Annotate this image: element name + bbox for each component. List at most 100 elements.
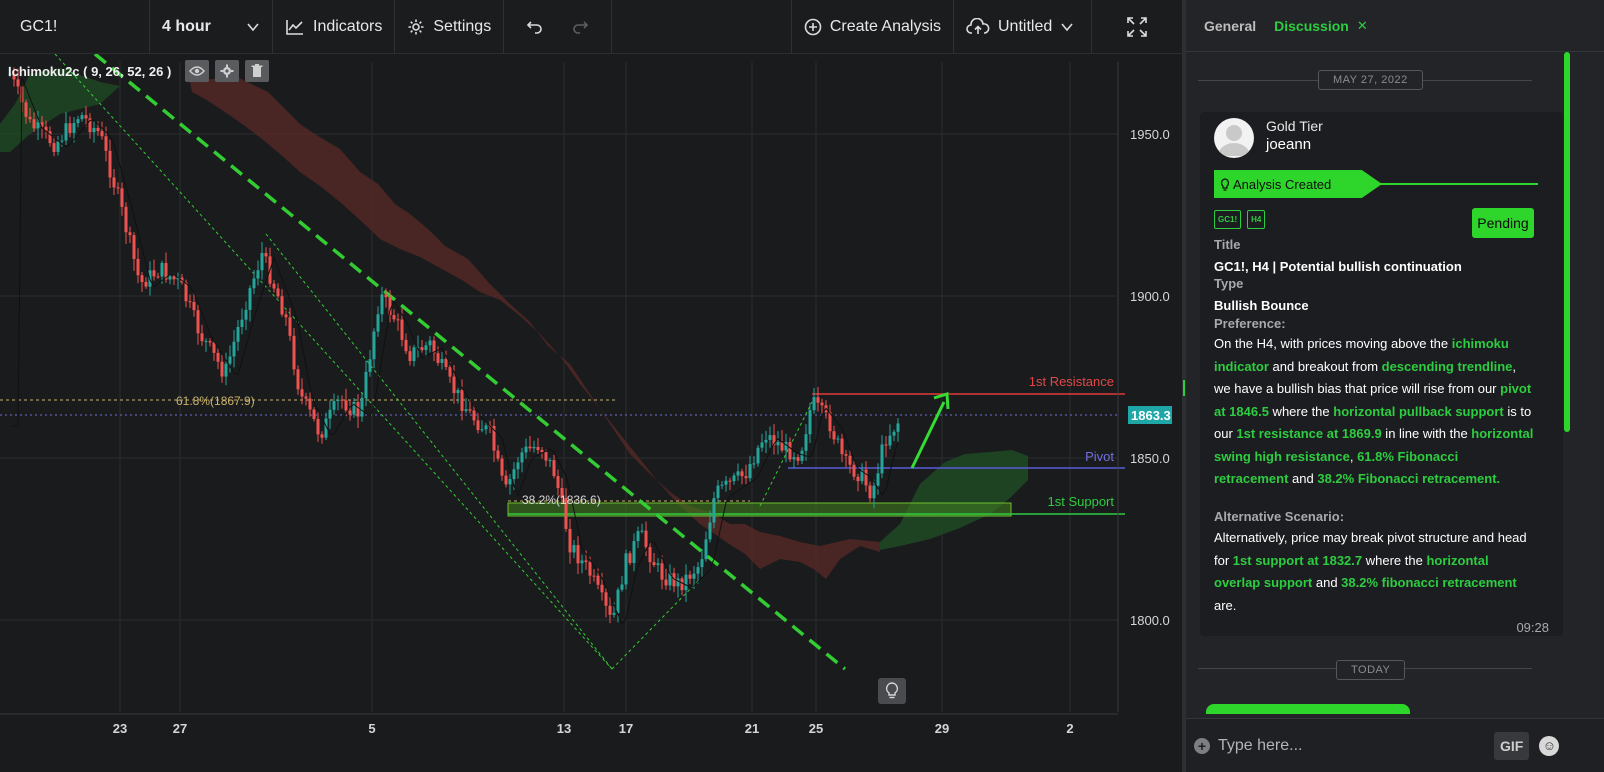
candle-body (592, 575, 596, 577)
candle-body (452, 376, 456, 394)
type-label: Type (1214, 276, 1244, 291)
tab-general[interactable]: General (1204, 18, 1256, 34)
trash-icon (251, 64, 263, 77)
timeframe-selector[interactable]: 4 hour (150, 0, 273, 54)
tag-symbol[interactable]: GC1! (1214, 210, 1242, 229)
scrollbar[interactable] (1564, 52, 1570, 432)
swing-line-1 (611, 578, 701, 670)
candle-body (532, 446, 536, 449)
candle-body (832, 431, 836, 440)
candle-body (436, 353, 440, 363)
emoji-icon[interactable]: ☺ (1539, 735, 1560, 756)
price-tick: 1850.0 (1130, 451, 1170, 466)
highlighted-term: 1st resistance at 1869.9 (1236, 426, 1382, 441)
indicator-settings-button[interactable] (215, 60, 240, 82)
candle-body (704, 539, 708, 560)
candle-body (360, 397, 364, 417)
candle-body (868, 485, 872, 499)
symbol-selector[interactable]: GC1! (0, 0, 150, 54)
candle-body (384, 294, 388, 298)
candle-body (60, 140, 64, 142)
message-input[interactable] (1218, 736, 1486, 755)
tab-general-label: General (1204, 17, 1257, 34)
candle-body (748, 464, 752, 479)
support-label: 1st Support (1048, 494, 1115, 509)
close-icon[interactable]: ✕ (1357, 18, 1368, 34)
text-segment: On the H4, with prices moving above the (1214, 336, 1452, 351)
candle-body (64, 123, 68, 141)
candle-body (396, 319, 400, 321)
candle-body (716, 485, 720, 499)
candle-body (220, 361, 224, 377)
status-banner: Analysis Created (1214, 170, 1382, 198)
candle-body (256, 270, 260, 279)
candle-body (604, 592, 608, 606)
tag-timeframe[interactable]: H4 (1247, 210, 1266, 229)
candle-body (844, 454, 848, 456)
avatar[interactable] (1214, 118, 1254, 158)
candle-body (104, 136, 108, 151)
plus-icon[interactable]: + (1194, 737, 1210, 754)
date-tick: 25 (809, 721, 823, 736)
candle-body (100, 131, 104, 137)
candle-body (812, 397, 816, 411)
candle-body (552, 460, 556, 477)
redo-icon[interactable] (571, 20, 589, 34)
timeframe-label: 4 hour (162, 17, 211, 35)
candle-body (228, 356, 232, 364)
candle-body (108, 150, 112, 178)
candle-body (340, 399, 344, 401)
candle-body (232, 341, 236, 357)
candle-body (760, 442, 764, 448)
candle-body (440, 359, 444, 363)
create-analysis-button[interactable]: Create Analysis (792, 0, 954, 54)
candle-body (676, 578, 680, 587)
candle-body (692, 573, 696, 579)
candle-body (204, 341, 208, 343)
candle-body (544, 452, 548, 461)
candle-body (580, 560, 584, 564)
status-line (1380, 183, 1538, 185)
candle-body (216, 352, 220, 362)
indicators-button[interactable]: Indicators (273, 0, 396, 54)
toggle-visibility-button[interactable] (185, 60, 210, 82)
candle-body (500, 458, 504, 476)
remove-indicator-button[interactable] (245, 60, 270, 82)
lightbulb-icon (885, 682, 899, 699)
user-tier: Gold Tier (1266, 118, 1323, 134)
undo-redo-group (504, 0, 613, 54)
candle-body (804, 434, 808, 451)
date-tick: 2 (1066, 721, 1073, 736)
gif-button[interactable]: GIF (1494, 731, 1530, 760)
eye-icon (189, 66, 206, 76)
panel-resize-handle[interactable] (1183, 380, 1185, 396)
layout-save-menu[interactable]: Untitled (954, 0, 1092, 54)
candle-body (260, 252, 264, 271)
candle-body (520, 452, 524, 463)
chart-canvas[interactable]: 1950.0 1900.0 1850.0 1800.0 1863.3 23 27… (0, 52, 1182, 772)
price-chart[interactable]: 1950.0 1900.0 1850.0 1800.0 1863.3 23 27… (0, 52, 1182, 772)
settings-button[interactable]: Settings (395, 0, 505, 54)
candle-body (752, 463, 756, 465)
candle-body (196, 310, 200, 334)
candle-body (92, 127, 96, 133)
candle-body (400, 319, 404, 340)
undo-icon[interactable] (526, 20, 544, 34)
lightbulb-icon (1221, 177, 1229, 191)
candle-body (252, 278, 256, 289)
date-tick: 5 (368, 721, 375, 736)
candle-body (392, 315, 396, 320)
price-axis: 1950.0 1900.0 1850.0 1800.0 (1130, 127, 1170, 628)
fullscreen-button[interactable] (1092, 0, 1182, 54)
candle-body (188, 301, 192, 303)
candle-body (572, 545, 576, 553)
idea-button[interactable] (878, 678, 906, 704)
tab-discussion[interactable]: Discussion ✕ (1274, 18, 1368, 34)
candle-body (316, 418, 320, 435)
status-badge: Pending (1472, 208, 1534, 238)
candle-body (688, 574, 692, 579)
candle-body (236, 326, 240, 342)
candle-body (584, 560, 588, 563)
username[interactable]: joeann (1266, 136, 1311, 153)
candle-body (768, 435, 772, 440)
